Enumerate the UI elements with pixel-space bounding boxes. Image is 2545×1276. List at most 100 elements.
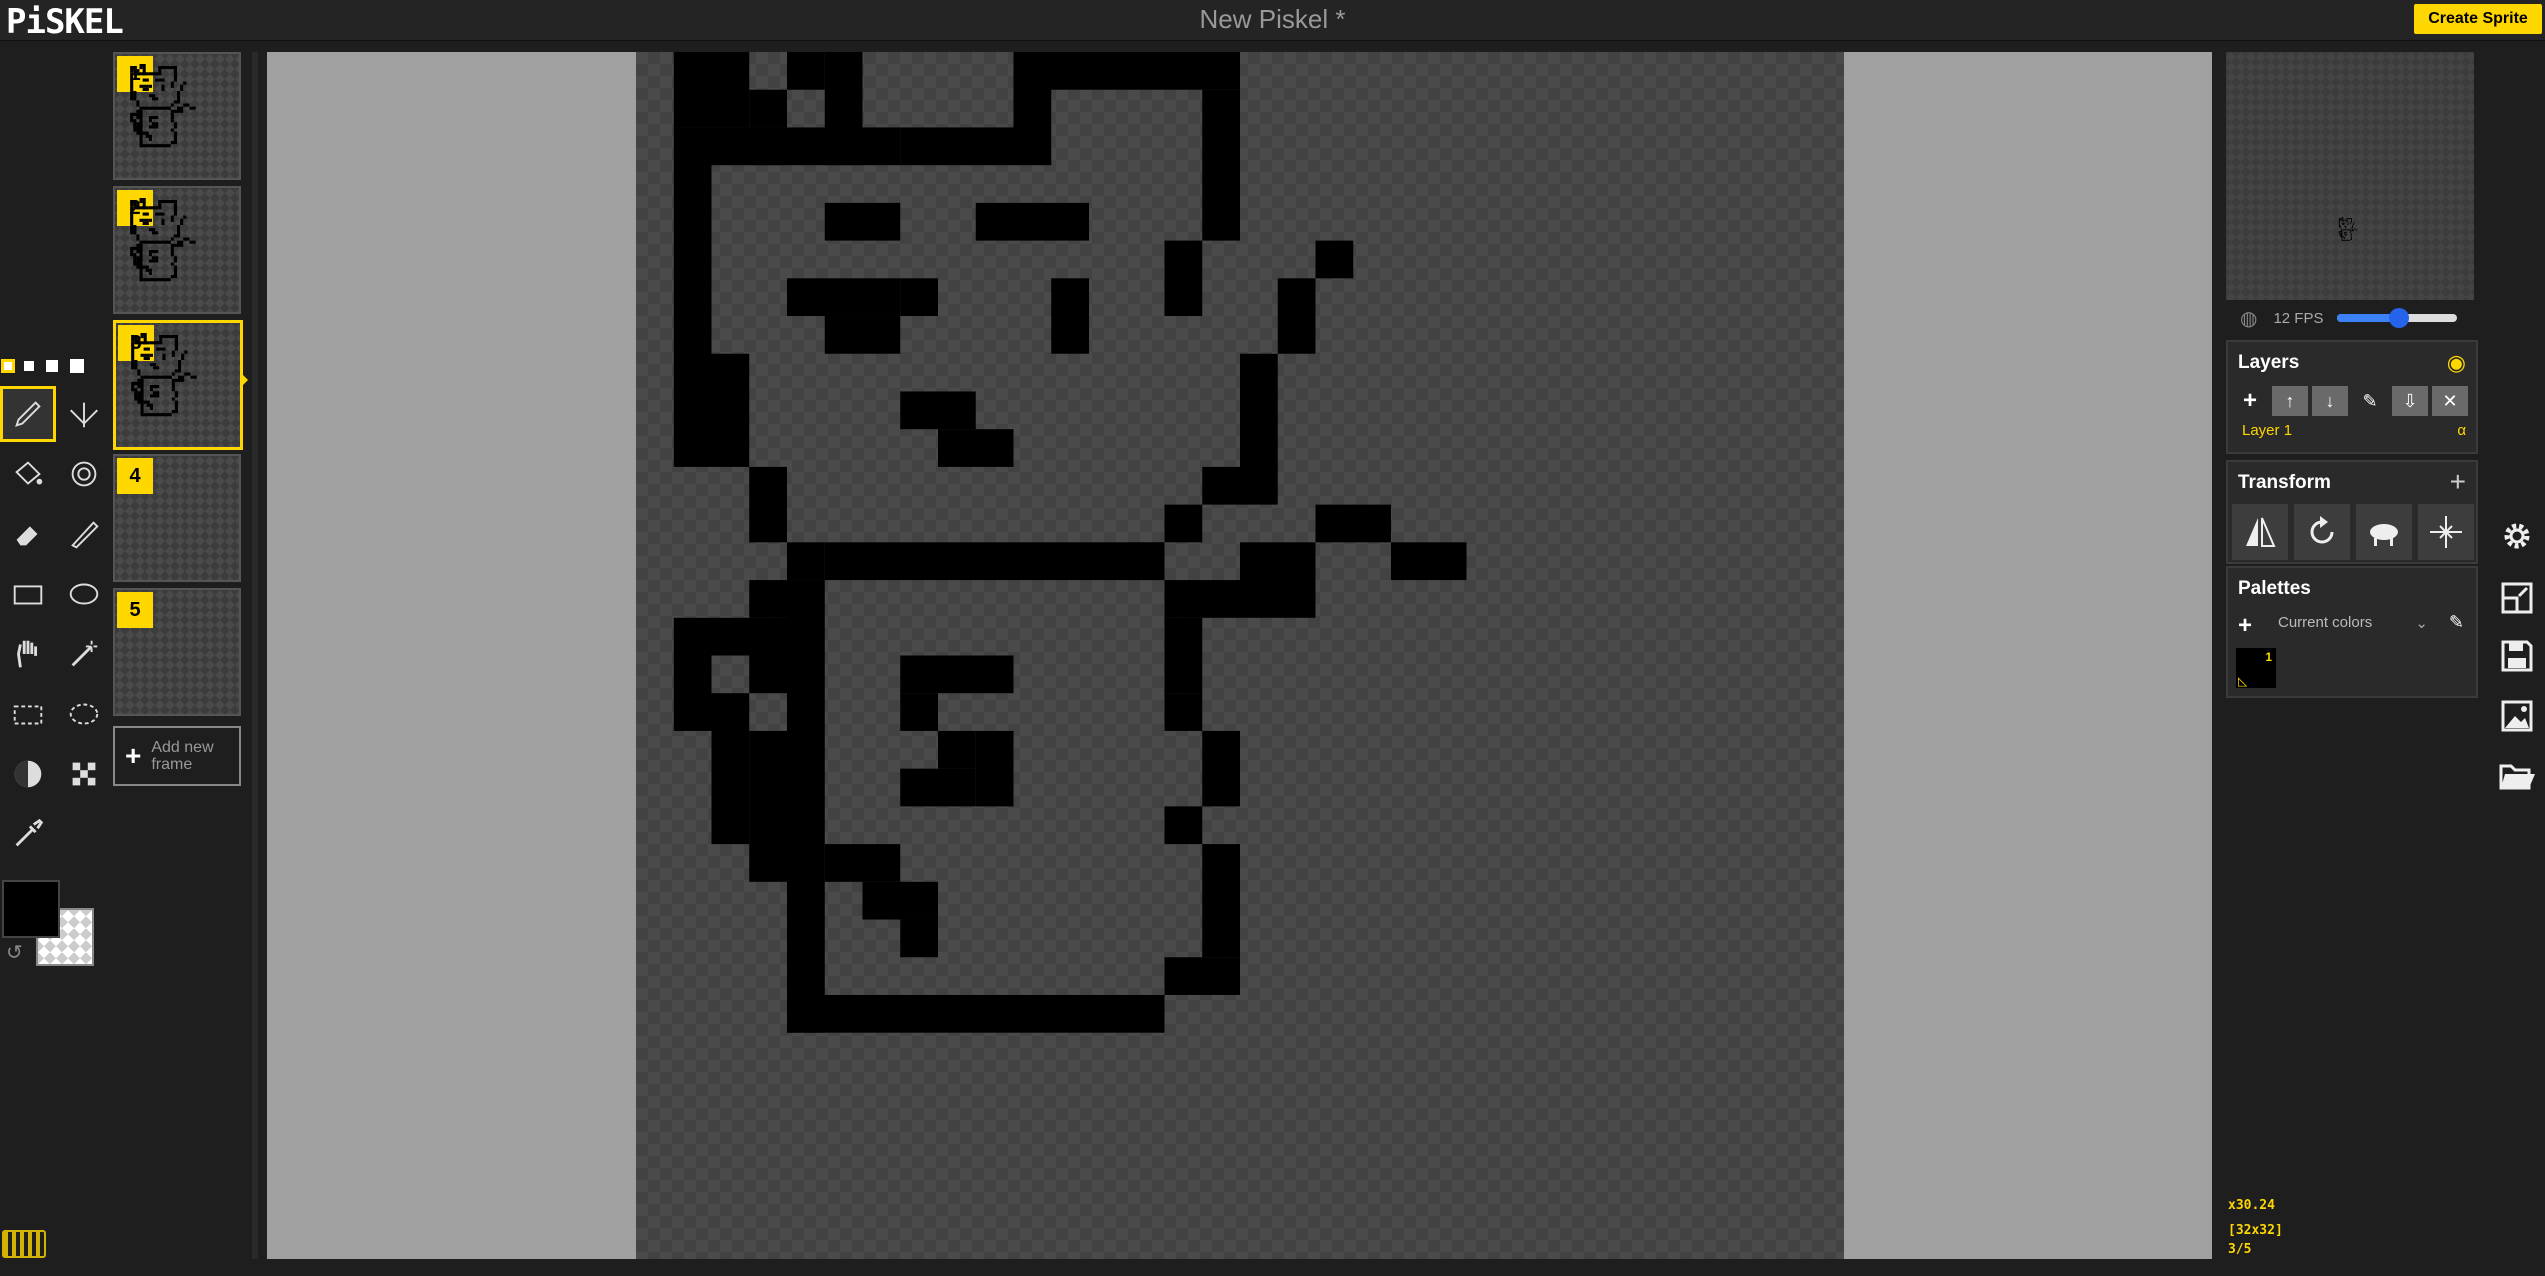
- layer-item[interactable]: Layer 1: [2242, 422, 2292, 439]
- frame-thumbnail[interactable]: 5: [113, 588, 241, 716]
- sprite-pixel: [139, 109, 143, 148]
- ellipse-icon: [69, 583, 99, 605]
- pen-size-4[interactable]: [70, 359, 84, 373]
- keyboard-shortcuts-icon[interactable]: [2, 1230, 46, 1258]
- frame-thumbnail[interactable]: 1: [113, 52, 241, 180]
- sprite-pixel: [190, 375, 197, 379]
- pen-size-2[interactable]: [24, 361, 34, 371]
- stroke-tool[interactable]: [56, 506, 112, 562]
- rectangle-tool[interactable]: [0, 566, 56, 622]
- line-pen-icon: [71, 521, 99, 549]
- pen-size-1[interactable]: [1, 359, 15, 373]
- fps-slider-thumb[interactable]: [2389, 308, 2410, 328]
- sprite-pixel: [1240, 353, 1278, 505]
- fps-slider[interactable]: [2337, 308, 2458, 328]
- center-button[interactable]: [2418, 504, 2474, 560]
- sprite-pixel: [136, 122, 140, 135]
- transform-buttons: [2232, 504, 2474, 560]
- edit-layer-button[interactable]: ✎: [2352, 386, 2388, 416]
- sprite-pixel: [673, 52, 712, 128]
- eraser-icon: [16, 526, 38, 546]
- sprite-pixel: [711, 693, 750, 845]
- eye-icon[interactable]: ◉: [2447, 350, 2466, 376]
- add-frame-button[interactable]: + Add new frame: [113, 726, 241, 786]
- save-button[interactable]: [2493, 632, 2541, 680]
- vertical-mirror-pen-tool[interactable]: [56, 386, 112, 442]
- resize-button[interactable]: [2493, 574, 2541, 622]
- sprite-pixel: [161, 218, 165, 225]
- primary-color[interactable]: [2, 880, 60, 938]
- delete-layer-button[interactable]: ✕: [2432, 386, 2468, 416]
- sprite-pixel: [1164, 617, 1203, 694]
- image-icon: [2501, 700, 2533, 732]
- sprite-pixel: [130, 116, 134, 123]
- sprite-pixel: [131, 341, 135, 370]
- sprite-pixel: [938, 429, 1014, 467]
- rotate-button[interactable]: [2294, 504, 2350, 560]
- sprite-pixel: [142, 78, 149, 82]
- sprite-pixel: [136, 243, 140, 247]
- edit-palette-icon[interactable]: ✎: [2449, 612, 2464, 633]
- dithering-tool[interactable]: [56, 746, 112, 802]
- shape-selection-tool[interactable]: [56, 626, 112, 682]
- sprite-pixel: [153, 366, 160, 370]
- palette-select[interactable]: Current colors ⌄: [2278, 614, 2428, 638]
- rectangle-selection-tool[interactable]: [0, 686, 56, 742]
- folder-icon: [2499, 764, 2535, 790]
- expand-transform-icon[interactable]: +: [2450, 466, 2466, 498]
- lighten-tool[interactable]: [0, 746, 56, 802]
- frame-thumbnail[interactable]: 2: [113, 186, 241, 314]
- sprite-pixel: [2340, 218, 2342, 220]
- circle-tool[interactable]: [56, 566, 112, 622]
- sprite-pixel: [134, 335, 138, 342]
- eyedropper-icon: [15, 818, 44, 847]
- sprite-pixel: [2350, 239, 2352, 240]
- sprite-pixel: [146, 403, 153, 407]
- pen-size-3[interactable]: [46, 360, 58, 372]
- add-layer-button[interactable]: +: [2232, 386, 2268, 416]
- sprite-pixel: [1315, 240, 1354, 279]
- sprite-pixel: [130, 206, 134, 235]
- palette-swatch[interactable]: 1 ◺: [2236, 648, 2276, 688]
- flip-button[interactable]: [2232, 504, 2288, 560]
- document-title[interactable]: New Piskel *: [0, 4, 2545, 35]
- sprite-pixel: [133, 200, 137, 207]
- merge-layer-button[interactable]: ⇩: [2392, 386, 2428, 416]
- sprite-pixel: [1240, 542, 1316, 618]
- swap-colors-icon[interactable]: ↺: [6, 940, 23, 965]
- export-button[interactable]: [2493, 692, 2541, 740]
- sprite-pixel: [142, 265, 149, 269]
- sprite-canvas[interactable]: [636, 52, 1844, 1259]
- sprite-pixel: [149, 394, 157, 398]
- clone-button[interactable]: [2356, 504, 2412, 560]
- move-layer-down-button[interactable]: ↓: [2312, 386, 2348, 416]
- add-palette-button[interactable]: +: [2238, 612, 2252, 640]
- layer-alpha[interactable]: α: [2457, 422, 2466, 439]
- sprite-pixel: [130, 250, 134, 257]
- plus-icon: +: [125, 740, 142, 771]
- move-layer-up-button[interactable]: ↑: [2272, 386, 2308, 416]
- open-button[interactable]: [2493, 752, 2541, 800]
- sprite-pixel: [149, 363, 157, 367]
- eraser-tool[interactable]: [0, 506, 56, 562]
- lasso-selection-tool[interactable]: [56, 686, 112, 742]
- sprite-pixel: [170, 253, 174, 257]
- sprite-pixel: [2339, 225, 2341, 228]
- create-sprite-button[interactable]: Create Sprite: [2414, 4, 2542, 34]
- sprite-pixel: [2344, 234, 2346, 236]
- paint-bucket-tool[interactable]: [0, 446, 56, 502]
- sprite-pixel: [142, 240, 171, 244]
- frame-thumbnail[interactable]: 4: [113, 454, 241, 582]
- color-picker-tool[interactable]: [0, 806, 56, 862]
- sprite-pixel: [824, 542, 1165, 581]
- sprite-pixel: [2344, 225, 2346, 227]
- paint-same-color-tool[interactable]: [56, 446, 112, 502]
- frame-thumbnail-selected[interactable]: 3: [113, 320, 243, 450]
- onion-skin-icon[interactable]: ◍: [2240, 306, 2257, 331]
- sprite-pixel: [173, 256, 177, 263]
- move-tool[interactable]: [0, 626, 56, 682]
- pen-tool[interactable]: [0, 386, 56, 442]
- frames-scrollbar[interactable]: [252, 52, 258, 1259]
- settings-button[interactable]: [2493, 512, 2541, 560]
- sprite-pixel: [183, 215, 187, 219]
